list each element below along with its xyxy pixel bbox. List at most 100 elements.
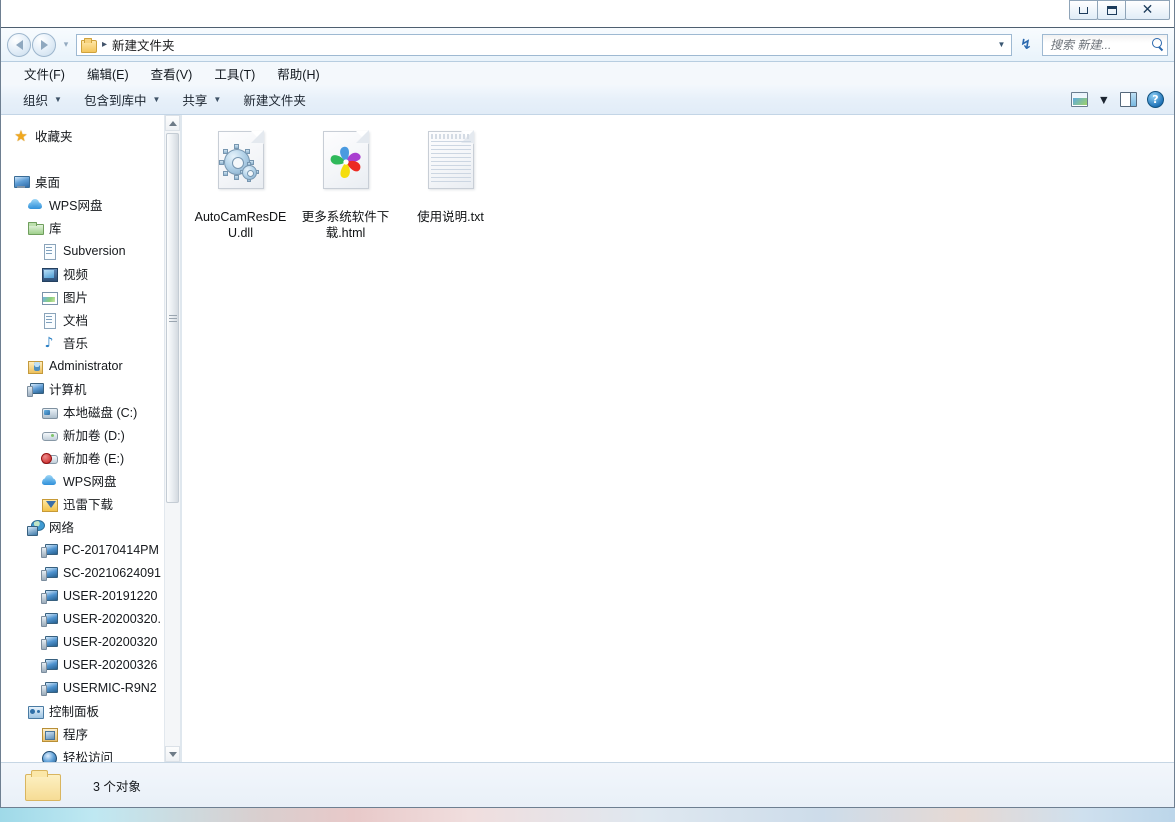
dll-gears-icon	[209, 129, 273, 205]
status-text: 3 个对象	[93, 779, 141, 794]
sidebar-item-label: 新加卷 (D:)	[63, 429, 125, 443]
breadcrumb[interactable]: 新建文件夹	[112, 35, 175, 54]
menu-tools[interactable]: 工具(T)	[205, 62, 264, 85]
sidebar-item[interactable]: ★ 收藏夹	[1, 124, 164, 147]
sidebar-item[interactable]: Subversion	[1, 239, 164, 262]
share-button[interactable]: 共享 ▼	[174, 87, 229, 112]
sidebar-item-label: 库	[49, 222, 62, 236]
file-name: 使用说明.txt	[417, 210, 484, 224]
change-view-button[interactable]	[1067, 90, 1092, 109]
sidebar-item-label: 控制面板	[49, 705, 100, 719]
file-item[interactable]: AutoCamResDEU.dll	[188, 127, 293, 241]
sidebar-item[interactable]: ♪ 音乐	[1, 331, 164, 354]
organize-label: 组织	[23, 94, 49, 108]
chevron-down-icon	[168, 751, 177, 757]
sidebar-item[interactable]: 程序	[1, 722, 164, 745]
sidebar-item[interactable]: 新加卷 (E:)	[1, 446, 164, 469]
sidebar-item[interactable]: WPS网盘	[1, 193, 164, 216]
star-icon: ★	[14, 126, 28, 145]
navigation-pane-scrollbar[interactable]	[164, 115, 180, 762]
sidebar-item[interactable]: USER-20200326	[1, 653, 164, 676]
network-pc-icon	[41, 634, 58, 650]
sidebar-item[interactable]: USER-20200320.	[1, 607, 164, 630]
network-pc-icon	[41, 657, 58, 673]
preview-pane-button[interactable]	[1116, 90, 1141, 109]
scrollbar-thumb[interactable]	[166, 133, 179, 503]
html-pinwheel-icon	[314, 129, 378, 205]
menu-help[interactable]: 帮助(H)	[268, 62, 328, 85]
sidebar-item[interactable]: 迅雷下载	[1, 492, 164, 515]
sidebar-item-label: 本地磁盘 (C:)	[63, 406, 138, 420]
preview-pane-icon	[1120, 92, 1137, 107]
forward-arrow-icon	[40, 39, 48, 50]
new-folder-button[interactable]: 新建文件夹	[235, 87, 314, 112]
sidebar-item[interactable]: 控制面板	[1, 699, 164, 722]
network-pc-icon	[41, 565, 58, 581]
sidebar-item-label: 文档	[63, 314, 89, 328]
file-item[interactable]: 更多系统软件下载.html	[293, 127, 398, 241]
sidebar-item[interactable]: Administrator	[1, 354, 164, 377]
sidebar-item[interactable]: SC-20210624091	[1, 561, 164, 584]
scroll-up-button[interactable]	[165, 115, 180, 131]
forward-button[interactable]	[32, 32, 56, 57]
sidebar-item[interactable]: 本地磁盘 (C:)	[1, 400, 164, 423]
network-pc-icon	[41, 611, 58, 627]
include-in-library-button[interactable]: 包含到库中 ▼	[76, 87, 168, 112]
sidebar-item[interactable]: 网络	[1, 515, 164, 538]
sidebar-item[interactable]: USERMIC-R9N2	[1, 676, 164, 699]
address-bar[interactable]: ▸ 新建文件夹 ▼	[76, 33, 1012, 56]
folder-tree: ★ 收藏夹 桌面 WPS网盘库 Subversion 视频 图片 文档 ♪ 音乐 Administr…	[1, 115, 164, 762]
minimize-button[interactable]	[1069, 0, 1098, 20]
sidebar-item[interactable]: 计算机	[1, 377, 164, 400]
search-icon	[1151, 38, 1164, 51]
sidebar-item-label: 计算机	[49, 383, 87, 397]
chevron-down-icon[interactable]: ▼	[993, 35, 1010, 55]
title-bar[interactable]: ✕	[1, 0, 1174, 28]
recent-pages-button[interactable]: ▾	[59, 39, 73, 50]
sidebar-item[interactable]: 图片	[1, 285, 164, 308]
refresh-icon: ↯	[1020, 36, 1032, 53]
sidebar-item[interactable]: 文档	[1, 308, 164, 331]
sidebar-item-label: 轻松访问	[63, 751, 114, 762]
maximize-button[interactable]	[1097, 0, 1126, 20]
command-bar: 组织 ▼ 包含到库中 ▼ 共享 ▼ 新建文件夹 ▼ ?	[1, 85, 1174, 115]
sidebar-item-label: 桌面	[35, 176, 61, 190]
network-pc-icon	[41, 542, 58, 558]
search-input[interactable]: 搜索 新建...	[1042, 33, 1168, 56]
view-dropdown-button[interactable]: ▼	[1094, 91, 1114, 109]
file-name: AutoCamResDEU.dll	[194, 210, 287, 240]
help-button[interactable]: ?	[1143, 89, 1168, 110]
scroll-down-button[interactable]	[165, 746, 180, 762]
sidebar-item[interactable]: USER-20191220	[1, 584, 164, 607]
close-button[interactable]: ✕	[1125, 0, 1170, 20]
sidebar-item[interactable]: 桌面	[1, 170, 164, 193]
chevron-down-icon: ▼	[54, 95, 62, 104]
organize-button[interactable]: 组织 ▼	[15, 87, 70, 112]
sidebar-item[interactable]: 视频	[1, 262, 164, 285]
sidebar-item[interactable]: USER-20200320	[1, 630, 164, 653]
file-list[interactable]: AutoCamResDEU.dll 更多系统软件下载.html 使用说明.txt	[181, 115, 1174, 762]
video-icon	[41, 266, 58, 282]
sidebar-item[interactable]: WPS网盘	[1, 469, 164, 492]
folder-icon	[81, 37, 97, 53]
refresh-button[interactable]: ↯	[1014, 34, 1038, 56]
menu-view[interactable]: 查看(V)	[142, 62, 202, 85]
sidebar-item-label: 收藏夹	[35, 130, 73, 144]
sidebar-item[interactable]: 轻松访问	[1, 745, 164, 762]
sidebar-item[interactable]: 新加卷 (D:)	[1, 423, 164, 446]
sidebar-item-label: Subversion	[63, 243, 126, 258]
sidebar-item-label: 新加卷 (E:)	[63, 452, 125, 466]
chevron-down-icon: ▼	[1097, 92, 1110, 107]
library-folder-icon	[27, 220, 44, 236]
include-in-library-label: 包含到库中	[83, 94, 147, 108]
menu-edit[interactable]: 编辑(E)	[78, 62, 138, 85]
disk-error-icon	[41, 450, 58, 466]
file-item[interactable]: 使用说明.txt	[398, 127, 503, 241]
back-button[interactable]	[7, 32, 31, 57]
back-arrow-icon	[15, 39, 23, 50]
sidebar-item[interactable]: 库	[1, 216, 164, 239]
sidebar-item[interactable]: PC-20170414PM	[1, 538, 164, 561]
share-label: 共享	[182, 94, 208, 108]
menu-file[interactable]: 文件(F)	[15, 62, 74, 85]
thunder-folder-icon	[41, 496, 58, 512]
